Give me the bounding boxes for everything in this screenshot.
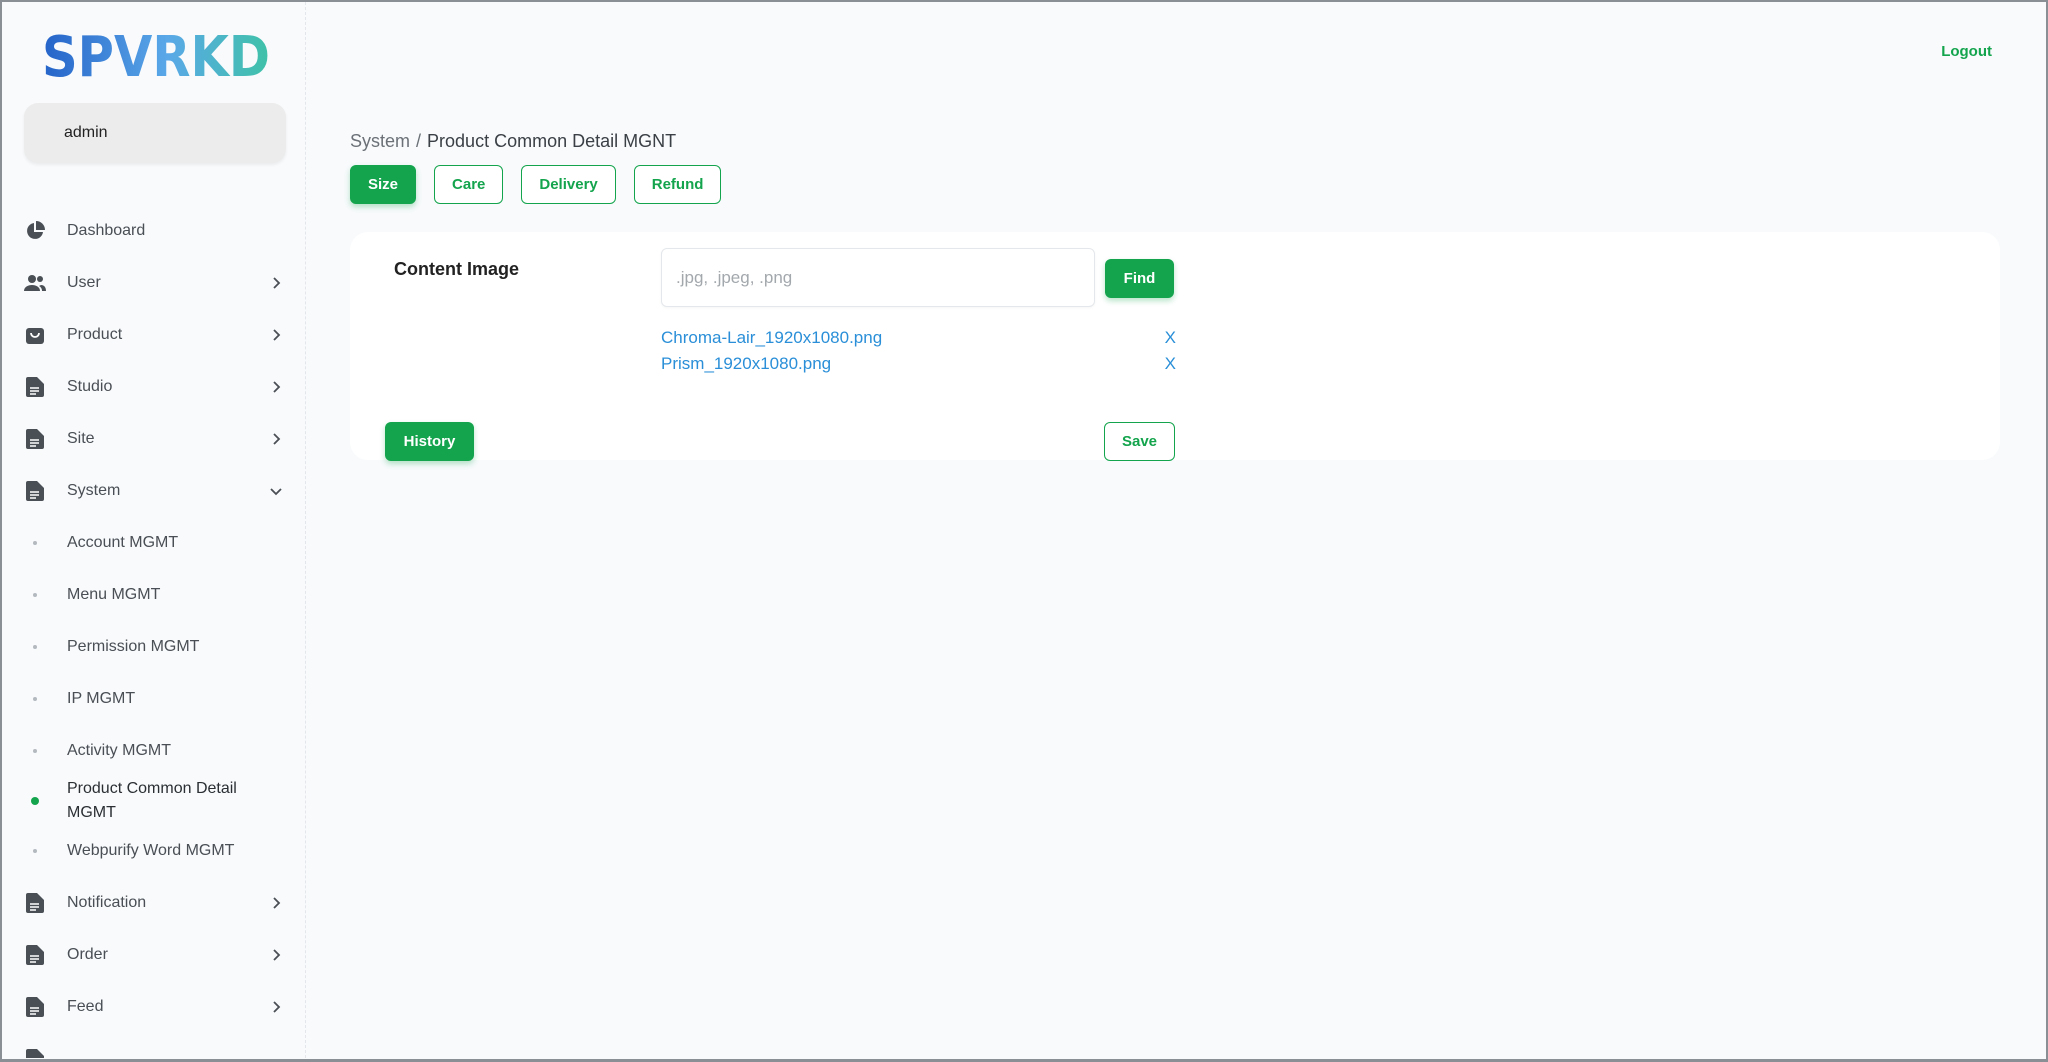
bullet-dot [24, 593, 46, 597]
sidebar-item-notification[interactable]: Notification [24, 883, 286, 923]
bullet-dot [24, 541, 46, 545]
sidebar-item-label: Site [67, 430, 95, 447]
sidebar-item-product[interactable]: Product [24, 315, 286, 355]
document-icon [24, 480, 46, 502]
breadcrumb-parent[interactable]: System [350, 131, 410, 151]
bullet-dot [24, 697, 46, 701]
sidebar-subitem-label: Activity MGMT [67, 742, 171, 759]
sidebar-item-system[interactable]: System [24, 471, 286, 511]
users-icon [24, 272, 46, 294]
sidebar-subitem-label: Product Common Detail MGMT [67, 780, 237, 821]
sidebar-subitem-webpurify-word-mgmt[interactable]: Webpurify Word MGMT [24, 831, 286, 871]
file-row: Chroma-Lair_1920x1080.png X [661, 326, 1176, 350]
sidebar-item-label: Product [67, 326, 123, 343]
document-icon [24, 376, 46, 398]
tab-delivery[interactable]: Delivery [521, 165, 616, 204]
user-box[interactable]: admin [24, 103, 286, 163]
file-link[interactable]: Prism_1920x1080.png [661, 354, 831, 374]
sidebar-subitem-activity-mgmt[interactable]: Activity MGMT [24, 731, 286, 771]
tab-care[interactable]: Care [434, 165, 504, 204]
sidebar-item-dashboard[interactable]: Dashboard [24, 211, 286, 251]
sidebar-item-label: Order [67, 946, 108, 963]
active-bullet-dot [24, 797, 46, 805]
breadcrumb-separator: / [416, 131, 422, 151]
breadcrumb: System / Product Common Detail MGNT [350, 131, 676, 152]
sidebar-subitem-label: Permission MGMT [67, 638, 200, 655]
remove-file-button[interactable]: X [1165, 328, 1176, 348]
chevron-right-icon [266, 429, 286, 449]
chevron-right-icon [266, 377, 286, 397]
document-icon [24, 428, 46, 450]
sidebar-subitem-label: Menu MGMT [67, 586, 161, 603]
sidebar-subitem-label: IP MGMT [67, 690, 136, 707]
find-button[interactable]: Find [1105, 259, 1174, 298]
tab-size[interactable]: Size [350, 165, 417, 204]
chevron-right-icon [266, 273, 286, 293]
bullet-dot [24, 749, 46, 753]
sidebar-item-site[interactable]: Site [24, 419, 286, 459]
sidebar-item-label: User [67, 274, 101, 291]
sidebar-item-partial[interactable] [24, 1039, 286, 1058]
sidebar-subitem-label: Webpurify Word MGMT [67, 842, 235, 859]
sidebar-subitem-ip-mgmt[interactable]: IP MGMT [24, 679, 286, 719]
sidebar-item-label: Notification [67, 894, 147, 911]
save-button[interactable]: Save [1104, 422, 1175, 461]
sidebar-item-studio[interactable]: Studio [24, 367, 286, 407]
file-link[interactable]: Chroma-Lair_1920x1080.png [661, 328, 882, 348]
sidebar-item-user[interactable]: User [24, 263, 286, 303]
chevron-right-icon [266, 325, 286, 345]
tab-bar: Size Care Delivery Refund [350, 165, 722, 204]
chevron-right-icon [266, 893, 286, 913]
document-icon [24, 996, 46, 1018]
sidebar-item-feed[interactable]: Feed [24, 987, 286, 1027]
tab-refund[interactable]: Refund [633, 165, 722, 204]
username: admin [64, 124, 108, 141]
content-card: Content Image Find Chroma-Lair_1920x1080… [350, 232, 2000, 461]
remove-file-button[interactable]: X [1165, 354, 1176, 374]
chevron-right-icon [266, 945, 286, 965]
bullet-dot [24, 645, 46, 649]
document-icon [24, 892, 46, 914]
file-row: Prism_1920x1080.png X [661, 352, 1176, 376]
breadcrumb-current: Product Common Detail MGNT [427, 131, 677, 151]
logout-link[interactable]: Logout [1941, 43, 1992, 60]
file-input[interactable] [661, 248, 1095, 307]
sidebar-item-label: Studio [67, 378, 113, 395]
chevron-right-icon [266, 997, 286, 1017]
sidebar-subitem-menu-mgmt[interactable]: Menu MGMT [24, 575, 286, 615]
content-image-label: Content Image [394, 259, 520, 279]
sidebar-item-order[interactable]: Order [24, 935, 286, 975]
document-icon [24, 944, 46, 966]
pie-chart-icon [24, 220, 46, 242]
document-icon [24, 1048, 46, 1058]
bullet-dot [24, 849, 46, 853]
svg-text:SPVRKD: SPVRKD [42, 26, 270, 84]
window-frame [0, 0, 2048, 1062]
sidebar-subitem-account-mgmt[interactable]: Account MGMT [24, 523, 286, 563]
shopping-bag-icon [24, 324, 46, 346]
sidebar-item-label: Dashboard [67, 222, 146, 239]
history-button[interactable]: History [385, 422, 474, 461]
sidebar-subitem-product-common-detail-mgmt[interactable]: Product Common Detail MGMT [24, 771, 286, 831]
sidebar-item-label: System [67, 482, 121, 499]
sidebar-subitem-label: Account MGMT [67, 534, 179, 551]
sidebar: SPVRKD admin Dashboard User Product Stud… [2, 2, 306, 1058]
sidebar-subitem-permission-mgmt[interactable]: Permission MGMT [24, 627, 286, 667]
spvrkd-logo[interactable]: SPVRKD [42, 26, 272, 84]
chevron-down-icon [266, 481, 286, 501]
sidebar-item-label: Feed [67, 998, 104, 1015]
